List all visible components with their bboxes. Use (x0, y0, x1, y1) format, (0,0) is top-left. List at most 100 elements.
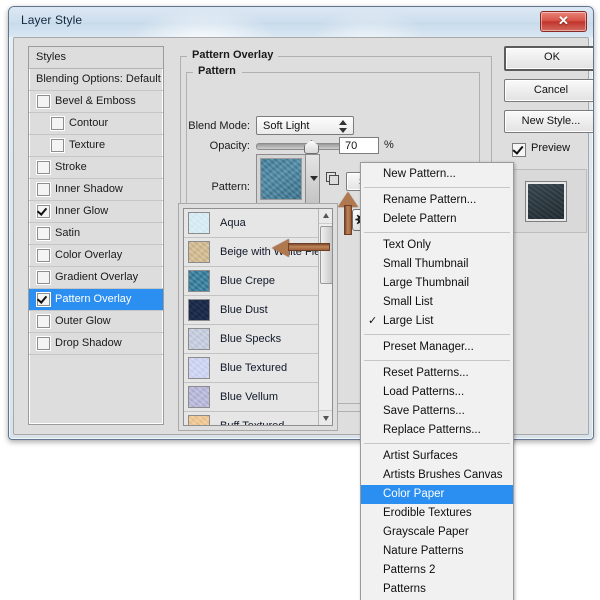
menu-item-label: Grayscale Paper (383, 526, 469, 538)
style-checkbox[interactable] (37, 161, 50, 174)
inner-line-right (242, 72, 479, 73)
style-row-pattern-overlay[interactable]: Pattern Overlay (29, 289, 163, 311)
menu-item-label: Patterns (383, 583, 426, 595)
menu-item-reset-patterns[interactable]: Reset Patterns... (361, 364, 513, 383)
cancel-button[interactable]: Cancel (504, 79, 594, 102)
menu-item-small-thumbnail[interactable]: Small Thumbnail (361, 255, 513, 274)
menu-item-small-list[interactable]: Small List (361, 293, 513, 312)
opacity-slider[interactable] (256, 143, 344, 150)
style-row-stroke[interactable]: Stroke (29, 157, 163, 179)
menu-item-delete-pattern[interactable]: Delete Pattern (361, 210, 513, 229)
scroll-down-icon[interactable] (319, 410, 333, 425)
menu-item-erodible-textures[interactable]: Erodible Textures (361, 504, 513, 523)
pattern-list-item[interactable]: Blue Dust (184, 296, 332, 325)
stepper-arrows-icon[interactable] (339, 119, 348, 134)
menu-item-replace-patterns[interactable]: Replace Patterns... (361, 421, 513, 440)
style-preview-thumbnail (526, 182, 566, 221)
style-checkbox[interactable] (51, 139, 64, 152)
pattern-name: Buff Textured (220, 420, 284, 426)
style-checkbox[interactable] (37, 271, 50, 284)
menu-item-label: Nature Patterns (383, 545, 464, 557)
menu-item-rename-pattern[interactable]: Rename Pattern... (361, 191, 513, 210)
style-checkbox[interactable] (37, 95, 50, 108)
preset-context-menu[interactable]: New Pattern... Rename Pattern... Delete Pa… (360, 162, 514, 600)
menu-item-label: Text Only (383, 239, 431, 251)
preview-checkbox-row[interactable]: Preview (512, 141, 592, 159)
menu-item-label: Reset Patterns... (383, 367, 469, 379)
menu-item-artist-surfaces[interactable]: Artist Surfaces (361, 447, 513, 466)
ok-button[interactable]: OK (504, 46, 594, 71)
new-preset-icon[interactable] (326, 172, 339, 185)
menu-item-artists-brushes-canvas[interactable]: Artists Brushes Canvas (361, 466, 513, 485)
pattern-label: Pattern: (182, 181, 250, 193)
scroll-up-icon[interactable] (319, 209, 333, 224)
style-checkbox[interactable] (37, 249, 50, 262)
style-row-outer-glow[interactable]: Outer Glow (29, 311, 163, 333)
pattern-list-item[interactable]: Blue Vellum (184, 383, 332, 412)
close-button[interactable]: ✕ (540, 11, 587, 32)
scrollbar-thumb[interactable] (320, 226, 333, 284)
menu-item-label: Artist Surfaces (383, 450, 458, 462)
opacity-input[interactable]: 70 (339, 137, 379, 154)
title-bar[interactable]: Layer Style ✕ (9, 7, 593, 37)
style-checkbox[interactable] (37, 293, 50, 306)
pattern-list-item[interactable]: Aqua (184, 209, 332, 238)
menu-separator (364, 232, 510, 233)
window-title: Layer Style (21, 13, 82, 27)
menu-separator (364, 334, 510, 335)
preview-label: Preview (531, 142, 570, 154)
pattern-list-item[interactable]: Buff Textured (184, 412, 332, 426)
blending-options-row[interactable]: Blending Options: Default (29, 69, 163, 91)
menu-item-large-thumbnail[interactable]: Large Thumbnail (361, 274, 513, 293)
preview-checkbox[interactable] (512, 143, 526, 157)
pattern-picker-dropdown[interactable] (306, 154, 320, 204)
opacity-unit: % (384, 139, 394, 151)
pattern-preview-well[interactable] (256, 154, 306, 204)
menu-item-color-paper[interactable]: Color Paper (361, 485, 513, 504)
style-row-satin[interactable]: Satin (29, 223, 163, 245)
style-row-inner-shadow[interactable]: Inner Shadow (29, 179, 163, 201)
style-row-contour[interactable]: Contour (29, 113, 163, 135)
style-row-drop-shadow[interactable]: Drop Shadow (29, 333, 163, 355)
chevron-down-icon (310, 176, 318, 181)
style-row-color-overlay[interactable]: Color Overlay (29, 245, 163, 267)
pattern-group-title: Pattern (193, 65, 241, 77)
menu-item-new-pattern[interactable]: New Pattern... (361, 165, 513, 184)
style-row-bevel-emboss[interactable]: Bevel & Emboss (29, 91, 163, 113)
style-row-texture[interactable]: Texture (29, 135, 163, 157)
style-checkbox[interactable] (37, 227, 50, 240)
menu-item-load-patterns[interactable]: Load Patterns... (361, 383, 513, 402)
blend-mode-label: Blend Mode: (182, 120, 250, 132)
menu-item-nature-patterns[interactable]: Nature Patterns (361, 542, 513, 561)
pattern-name: Aqua (220, 217, 246, 229)
style-checkbox[interactable] (51, 117, 64, 130)
menu-item-label: Rename Pattern... (383, 194, 476, 206)
arrow-left-shaft (288, 243, 330, 251)
style-row-inner-glow[interactable]: Inner Glow (29, 201, 163, 223)
pattern-list-frame: AquaBeige with White FleckBlue CrepeBlue… (178, 203, 338, 431)
menu-item-grayscale-paper[interactable]: Grayscale Paper (361, 523, 513, 542)
menu-item-preset-manager[interactable]: Preset Manager... (361, 338, 513, 357)
arrow-left-icon (272, 239, 289, 257)
title-glow-left (129, 7, 279, 37)
pattern-list[interactable]: AquaBeige with White FleckBlue CrepeBlue… (183, 208, 333, 426)
style-checkbox[interactable] (37, 315, 50, 328)
menu-item-label: Replace Patterns... (383, 424, 481, 436)
menu-item-patterns-2[interactable]: Patterns 2 (361, 561, 513, 580)
style-checkbox[interactable] (37, 337, 50, 350)
blend-mode-select[interactable]: Soft Light (256, 116, 354, 135)
new-style-button[interactable]: New Style... (504, 110, 594, 133)
style-row-gradient-overlay[interactable]: Gradient Overlay (29, 267, 163, 289)
menu-item-text-only[interactable]: Text Only (361, 236, 513, 255)
pattern-swatch (188, 415, 210, 426)
pattern-list-scrollbar[interactable] (318, 209, 332, 425)
menu-item-save-patterns[interactable]: Save Patterns... (361, 402, 513, 421)
menu-item-large-list[interactable]: ✓Large List (361, 312, 513, 331)
menu-separator (364, 443, 510, 444)
style-checkbox[interactable] (37, 205, 50, 218)
pattern-list-item[interactable]: Blue Crepe (184, 267, 332, 296)
pattern-list-item[interactable]: Blue Specks (184, 325, 332, 354)
style-checkbox[interactable] (37, 183, 50, 196)
pattern-list-item[interactable]: Blue Textured (184, 354, 332, 383)
menu-item-patterns[interactable]: Patterns (361, 580, 513, 599)
